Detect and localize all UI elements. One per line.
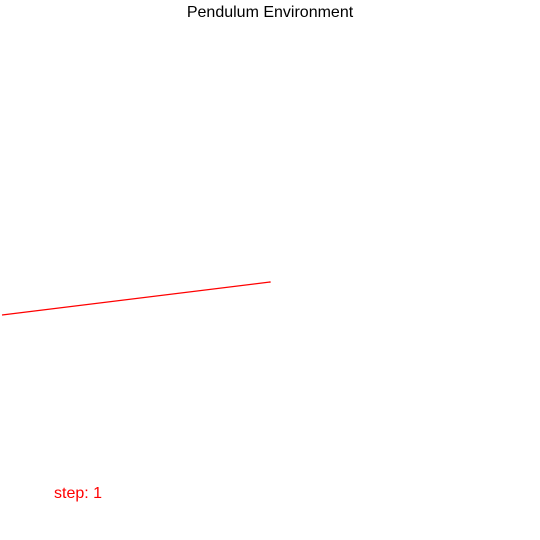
pendulum-canvas — [1, 281, 271, 316]
pendulum-rod — [1, 281, 271, 316]
step-counter: step: 1 — [54, 485, 103, 502]
pendulum-pivot — [269, 281, 271, 283]
